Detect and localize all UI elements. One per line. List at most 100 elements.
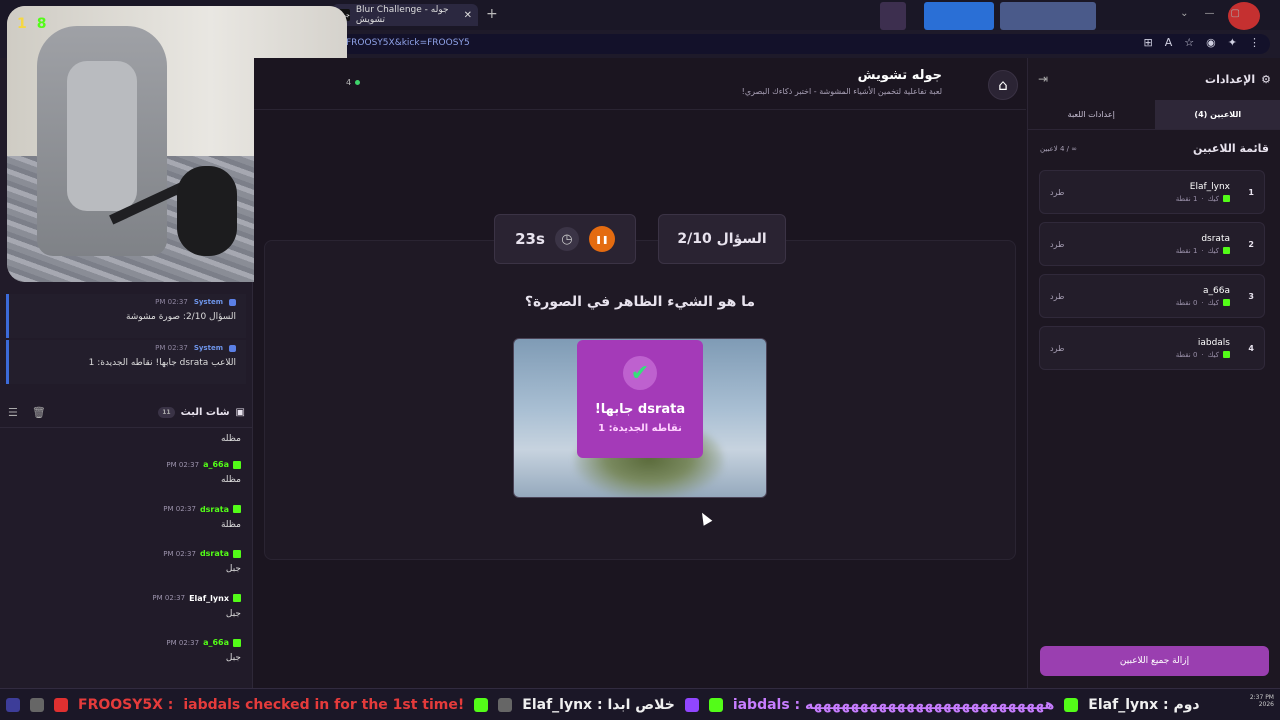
chat-list: مظله a_66a PM 02:37 مظله dsrata PM 02:37 م… xyxy=(0,430,253,681)
timer-value: 23s xyxy=(515,230,545,248)
player-rank: 1 xyxy=(1248,187,1254,197)
pixel-sprite xyxy=(924,2,994,30)
player-name: iabdals xyxy=(1197,337,1230,348)
question-text: ما هو الشيء الظاهر في الصورة؟ xyxy=(524,294,756,310)
home-button[interactable]: ⌂ xyxy=(988,70,1018,100)
trash-icon[interactable]: 🗑 xyxy=(32,406,46,419)
player-row: 1 Elaf_lynx كيك · 1 نقطة طرد xyxy=(1039,170,1265,214)
address-bar-actions: ⊞ A ☆ ◉ ✦ ⋮ xyxy=(1144,36,1260,49)
remove-all-players-button[interactable]: إزالة جميع اللاعبين xyxy=(1040,646,1269,676)
system-clock: 2:37 PM 2026 xyxy=(1250,694,1274,708)
system-badge-icon xyxy=(229,298,236,306)
chat-user[interactable]: Elaf_lynx xyxy=(189,594,229,603)
main-header: 4 جوله تشويش لعبة تفاعلية لتخمين الأشياء… xyxy=(254,58,1026,110)
chevron-down-icon[interactable]: ⌄ xyxy=(1180,8,1188,19)
chat-user[interactable]: a_66a xyxy=(203,638,229,647)
kick-player-button[interactable]: طرد xyxy=(1050,188,1064,197)
clock-time: 2:37 PM xyxy=(1249,694,1274,701)
collapse-panel-icon[interactable]: ⇥ xyxy=(1038,72,1048,86)
player-row: 2 dsrata كيك · 1 نقطة طرد xyxy=(1039,222,1265,266)
message-time: PM 02:37 xyxy=(155,344,188,352)
ticker-message: Elaf_lynx : خلاص ابدا xyxy=(522,696,675,713)
result-winner: dsrata جابها! xyxy=(594,402,686,417)
message-text: اللاعب dsrata جابها! نقاطه الجديدة: 1 xyxy=(88,358,236,368)
filter-icon[interactable]: ☰ xyxy=(8,406,18,419)
twitch-icon xyxy=(684,697,699,712)
overlay-number: 8 xyxy=(36,16,47,32)
chat-message: dsrata PM 02:37 جبل xyxy=(0,547,253,592)
browser-tab[interactable]: جوله Blur Challenge - جوله تشويش ✕ xyxy=(332,4,478,26)
message-text: السؤال 2/10: صورة مشوشة xyxy=(125,312,236,322)
chat-message: Elaf_lynx PM 02:37 جبل xyxy=(0,592,253,637)
player-row: 4 iabdals كيك · 0 نقطة طرد xyxy=(1039,326,1265,370)
chat-text: جبل xyxy=(225,608,241,619)
extensions-icon[interactable]: ✦ xyxy=(1228,36,1237,49)
players-count: ∞ / 4 لاعبين xyxy=(1040,144,1078,153)
chat-icon: ▣ xyxy=(235,407,245,418)
system-badge-icon xyxy=(229,344,236,352)
microphone xyxy=(177,166,237,256)
youtube-icon xyxy=(54,697,68,712)
kick-icon xyxy=(1223,247,1230,254)
online-count: 4 xyxy=(346,78,352,87)
chat-text: مظلة xyxy=(220,519,241,530)
chat-text: جبل xyxy=(225,653,241,663)
chat-text: مظله xyxy=(220,434,241,444)
maximize-icon[interactable]: ▢ xyxy=(1231,8,1240,19)
address-bar[interactable]: FROOSY5X&kick=FROOSY5 xyxy=(340,34,1270,54)
panel-title: الإعدادات xyxy=(1205,72,1256,86)
tab-players[interactable]: اللاعبين (4) xyxy=(1154,100,1280,129)
gear-icon: ⚙ xyxy=(1261,72,1271,86)
chat-user[interactable]: dsrata xyxy=(200,549,229,558)
menu-icon[interactable]: ⋮ xyxy=(1249,36,1260,49)
system-message: System PM 02:37 اللاعب dsrata جابها! نقا… xyxy=(6,340,246,384)
kick-icon xyxy=(233,505,241,513)
correct-answer-popup: ✔ dsrata جابها! نقاطه الجديدة: 1 xyxy=(577,340,703,458)
close-tab-icon[interactable]: ✕ xyxy=(464,10,472,21)
translate-icon[interactable]: A xyxy=(1165,36,1173,49)
kick-icon xyxy=(1223,351,1230,358)
kick-player-button[interactable]: طرد xyxy=(1050,292,1064,301)
panel-header: ⚙ الإعدادات ⇥ xyxy=(1028,58,1280,100)
chat-header: ☰ 🗑 ▣ شات البث 11 xyxy=(0,398,253,428)
chat-time: PM 02:37 xyxy=(166,638,200,647)
webcam-overlay-numbers: 1 8 xyxy=(17,16,47,32)
chat-count: 11 xyxy=(158,407,175,418)
settings-icon xyxy=(498,697,513,712)
chat-time: PM 02:37 xyxy=(163,549,196,558)
chat-time: PM 02:37 xyxy=(152,594,186,602)
kick-icon xyxy=(708,697,723,712)
online-indicator: 4 xyxy=(346,78,361,87)
kick-player-button[interactable]: طرد xyxy=(1050,344,1064,353)
kick-icon xyxy=(233,460,241,469)
chat-title: شات البث xyxy=(180,407,230,418)
question-counter-label: السؤال 2/10 xyxy=(677,231,767,247)
minimize-icon[interactable]: — xyxy=(1205,8,1215,19)
kick-icon xyxy=(1064,697,1079,712)
tab-game-settings[interactable]: إعدادات اللعبة xyxy=(1028,100,1155,129)
player-points: 1 نقطة xyxy=(1175,246,1198,255)
chat-time: PM 02:37 xyxy=(163,505,196,513)
kick-icon xyxy=(233,594,241,602)
players-header: قائمة اللاعبين ∞ / 4 لاعبين xyxy=(1028,142,1280,155)
profile-icon[interactable]: ◉ xyxy=(1206,36,1216,49)
chat-text: جبل xyxy=(225,564,241,574)
chat-message: مظله xyxy=(0,430,253,458)
pause-button[interactable]: ❚❚ xyxy=(588,226,615,252)
install-icon[interactable]: ⊞ xyxy=(1144,36,1153,49)
stream-ticker: FROOSY5X : iabdals checked in for the 1s… xyxy=(0,688,1280,720)
players-list: 1 Elaf_lynx كيك · 1 نقطة طرد 2 dsrata كيك ·… xyxy=(1039,170,1265,378)
ticker-message: Elaf_lynx : دوم xyxy=(1088,696,1200,713)
player-platform: كيك xyxy=(1207,246,1219,255)
timer-box: 23s ◷ ❚❚ xyxy=(494,214,636,264)
home-icon: ⌂ xyxy=(998,76,1008,94)
star-icon[interactable]: ☆ xyxy=(1184,36,1194,49)
new-tab-button[interactable]: + xyxy=(486,6,498,22)
settings-panel: ⚙ الإعدادات ⇥ اللاعبين (4) إعدادات اللعب… xyxy=(1027,58,1280,688)
chat-user[interactable]: dsrata xyxy=(200,505,229,514)
pixel-sprite xyxy=(880,2,906,30)
clock-date: 2026 xyxy=(1258,701,1274,708)
chat-user[interactable]: a_66a xyxy=(203,460,229,469)
kick-icon xyxy=(1223,299,1230,306)
kick-player-button[interactable]: طرد xyxy=(1050,240,1064,249)
